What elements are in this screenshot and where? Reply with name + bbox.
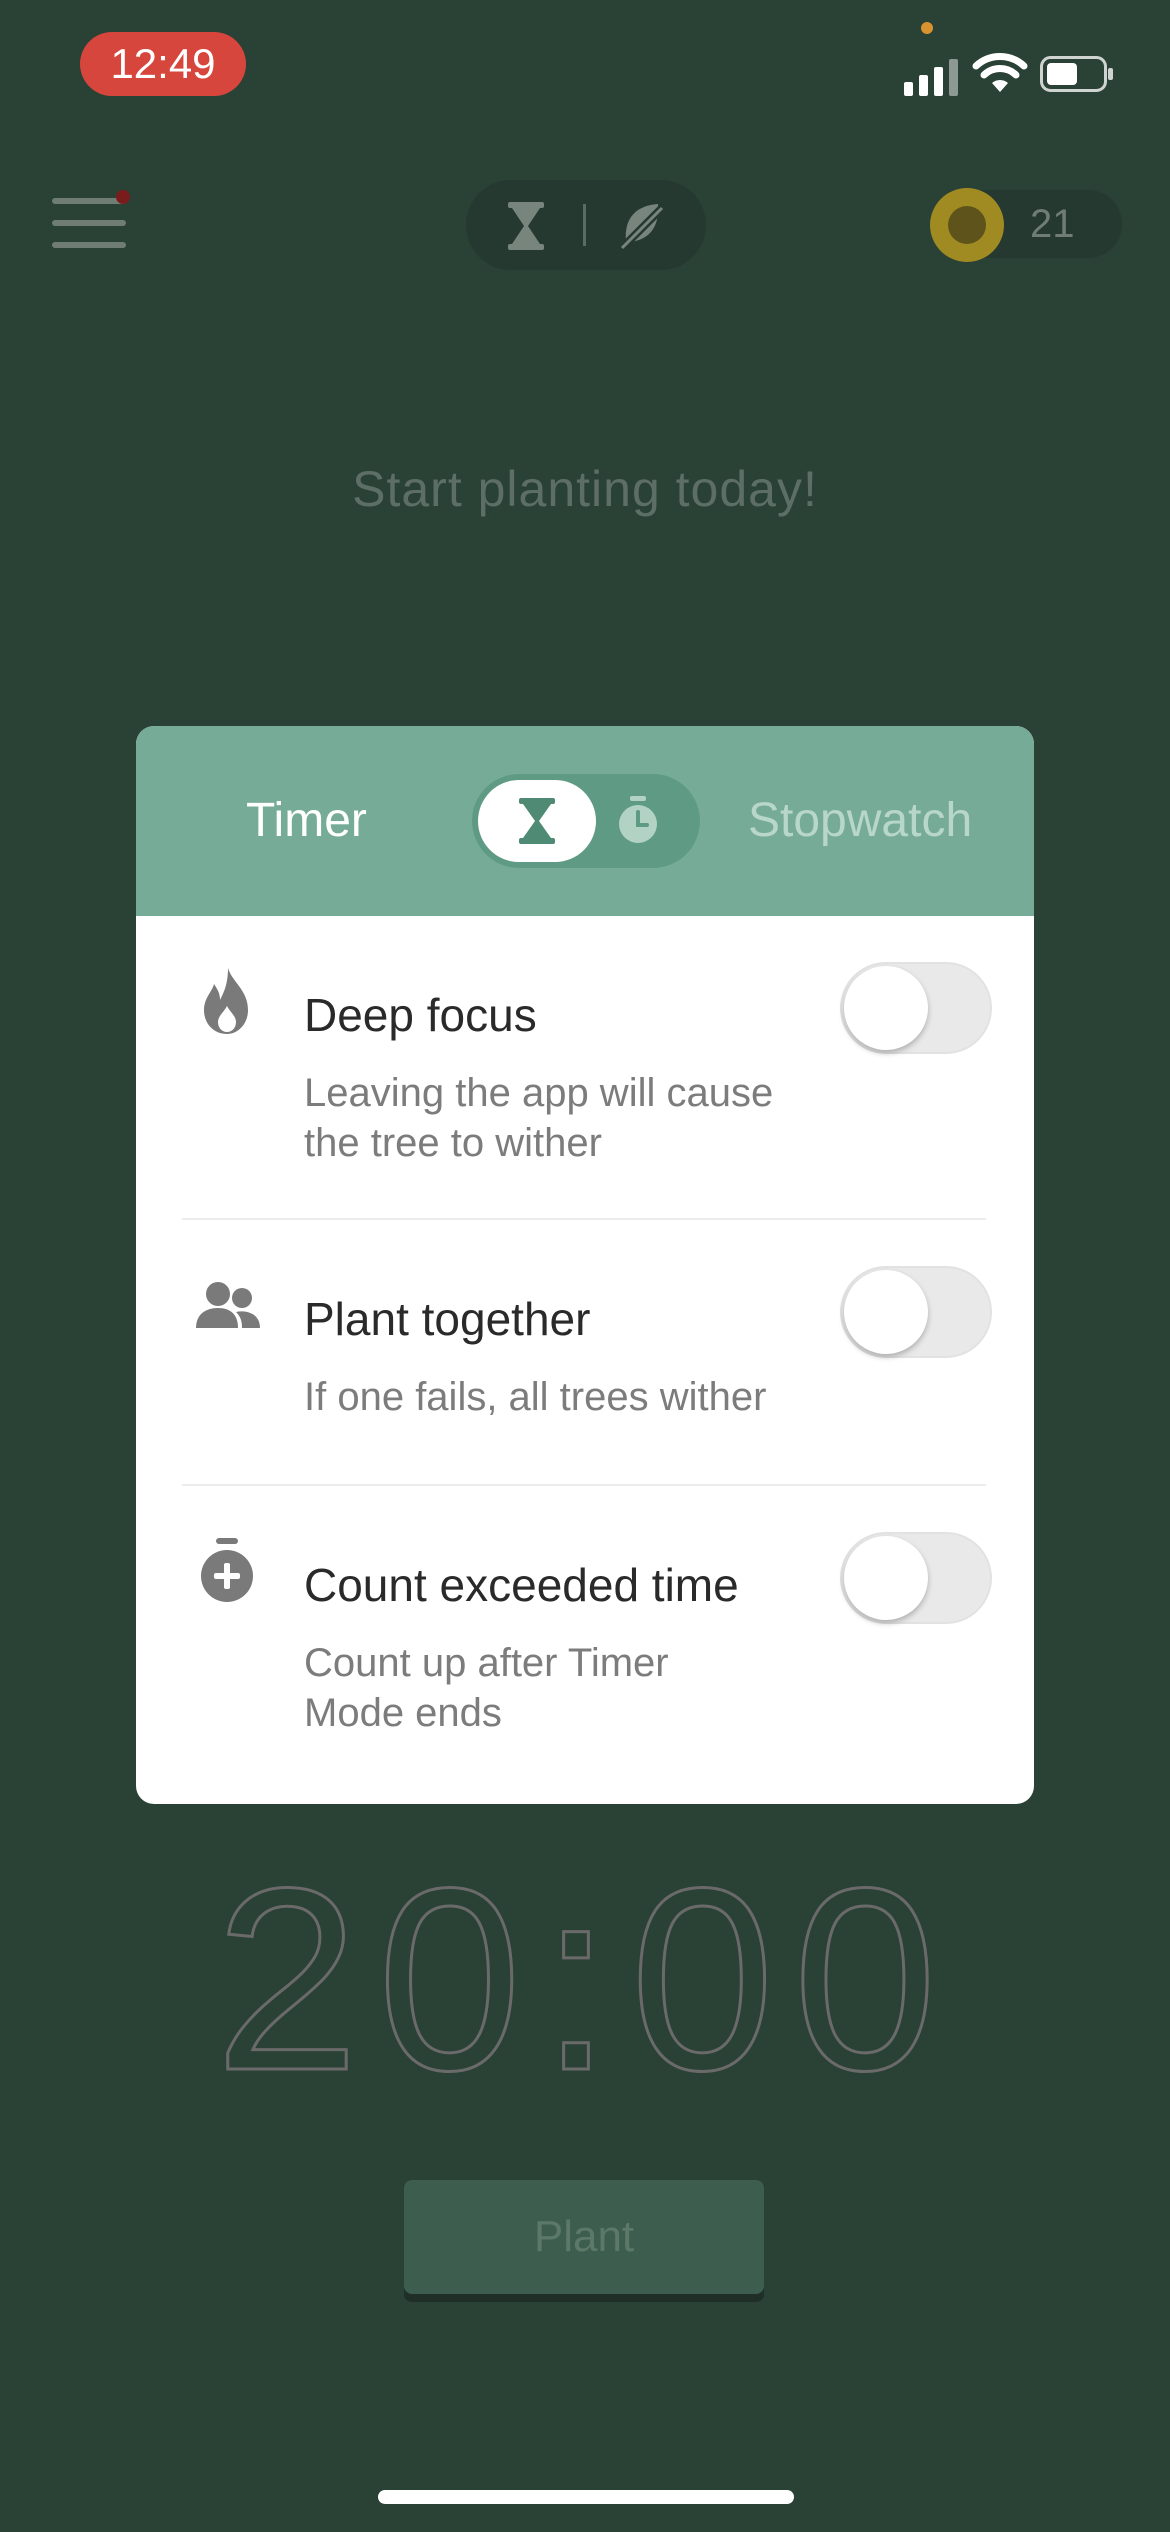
hourglass-icon — [508, 202, 544, 250]
camera-indicator-dot — [921, 22, 933, 34]
cellular-signal-icon — [904, 59, 958, 96]
plant-together-toggle[interactable] — [840, 1266, 992, 1358]
option-title: Plant together — [304, 1293, 591, 1345]
people-icon — [196, 1282, 260, 1328]
no-leaf-icon — [619, 204, 665, 251]
stopwatch-plus-icon — [201, 1538, 253, 1602]
coin-balance[interactable]: 21 — [930, 188, 1122, 262]
option-plant-together: Plant together If one fails, all trees w… — [136, 1220, 1034, 1484]
mode-settings-card: Timer Stopwatch Deep focus Leaving the a… — [136, 726, 1034, 1804]
mode-segmented-control[interactable] — [472, 774, 700, 868]
tagline: Start planting today! — [352, 461, 818, 517]
option-count-exceeded-time: Count exceeded time Count up after Timer… — [136, 1486, 1034, 1804]
tab-stopwatch[interactable]: Stopwatch — [748, 726, 972, 916]
stopwatch-icon[interactable] — [616, 796, 660, 846]
notification-dot — [116, 190, 130, 204]
segment-timer[interactable] — [478, 780, 596, 862]
battery-icon — [1040, 56, 1113, 92]
count-exceeded-time-toggle[interactable] — [840, 1532, 992, 1624]
option-description: Mode ends — [304, 1691, 502, 1735]
option-description: If one fails, all trees wither — [304, 1375, 767, 1419]
flame-icon — [204, 968, 248, 1034]
menu-icon — [52, 198, 126, 204]
hourglass-icon — [519, 798, 555, 844]
option-description: Leaving the app will cause — [304, 1071, 774, 1115]
option-title: Deep focus — [304, 989, 537, 1041]
timer-display: 20:00 — [213, 1834, 956, 2127]
coin-count: 21 — [1030, 202, 1075, 246]
coin-icon — [930, 188, 1004, 262]
mode-tabs-header: Timer Stopwatch — [136, 726, 1034, 916]
option-description: the tree to wither — [304, 1121, 602, 1165]
home-indicator[interactable] — [378, 2490, 794, 2504]
option-deep-focus: Deep focus Leaving the app will cause th… — [136, 916, 1034, 1171]
option-title: Count exceeded time — [304, 1559, 739, 1611]
tab-timer[interactable]: Timer — [246, 726, 367, 916]
option-description: Count up after Timer — [304, 1641, 669, 1685]
plant-button[interactable]: Plant — [404, 2180, 764, 2294]
status-time: 12:49 — [80, 32, 246, 96]
menu-button[interactable] — [48, 190, 130, 254]
wifi-icon — [972, 53, 1028, 92]
planting-mode-switch[interactable] — [466, 180, 706, 270]
deep-focus-toggle[interactable] — [840, 962, 992, 1054]
